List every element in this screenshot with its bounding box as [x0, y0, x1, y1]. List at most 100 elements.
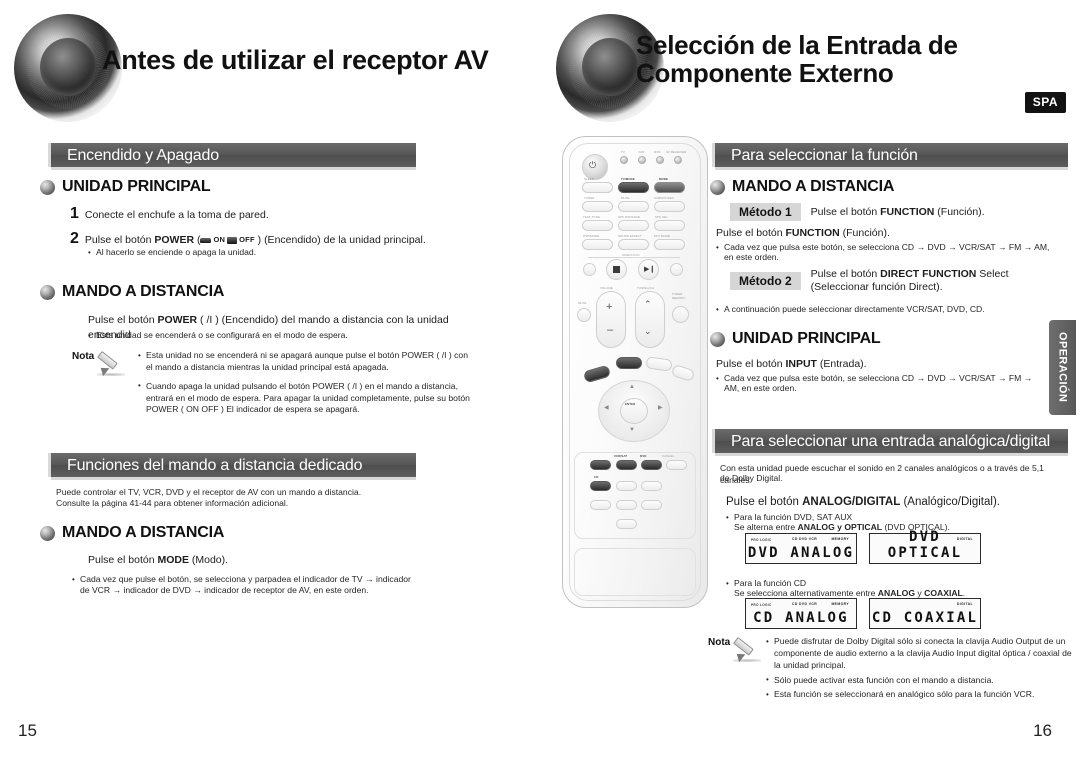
bullet-ball-icon	[40, 179, 55, 195]
keypad-9[interactable]	[641, 500, 662, 510]
keypad-1[interactable]	[590, 460, 611, 470]
button-next-track[interactable]	[670, 263, 683, 276]
led-avreceiver-indicator	[674, 156, 682, 164]
step-2-text-d: ) (Encendido) de la unidad principal.	[254, 234, 426, 246]
section-title-bar-analog-digital: Para seleccionar una entrada analógica/d…	[712, 429, 1068, 456]
button-spk-sel[interactable]	[654, 220, 685, 231]
button-tuner-memory[interactable]	[672, 306, 689, 323]
right-page-title: Selección de la Entrada de Componente Ex…	[636, 30, 958, 88]
input-note-line-2: AM, en este orden.	[724, 383, 797, 393]
step-2-text-a: Pulse el botón	[84, 234, 155, 246]
label-vcr-sat: VCR/SAT	[614, 454, 628, 458]
button-subwoofer[interactable]	[654, 201, 685, 212]
keypad-8[interactable]	[616, 500, 637, 510]
nota-label: Nota	[72, 351, 95, 362]
button-tv-mode[interactable]	[618, 182, 649, 193]
power-switch-glyph-icon: ON OFF	[200, 234, 255, 246]
button-tuner[interactable]	[582, 201, 613, 212]
tuning-down-icon: ⌄	[644, 326, 652, 336]
keypad-4-cd[interactable]	[590, 481, 611, 491]
lcd-main-text: CD ANALOG	[753, 610, 849, 626]
stop-icon	[613, 266, 620, 273]
right-page-title-line-1: Selección de la Entrada de	[636, 30, 958, 60]
metodo-1-text-a: Pulse el botón	[810, 205, 881, 218]
metodo-2-row: Método 2 Pulse el botón DIRECT FUNCTION …	[730, 268, 1009, 294]
lcd-micro-right: DIGITAL	[956, 602, 973, 606]
right-page-title-line-2: Componente Externo	[636, 57, 894, 88]
button-test-tone[interactable]	[582, 220, 613, 231]
remote-control-illustration: ⏻ TV VCR DVD AV RECEIVER SLEEP TV/MODE M…	[562, 136, 708, 608]
keypad-cancel[interactable]	[666, 460, 687, 470]
metodo-2-line-2: (Seleccionar función Direct).	[810, 281, 943, 294]
heading-mando-a-distancia-1: MANDO A DISTANCIA	[40, 283, 224, 301]
left-page: Antes de utilizar el receptor AV Encendi…	[0, 0, 540, 763]
section-title-bar-power: Encendido y Apagado	[48, 143, 416, 170]
button-mode[interactable]	[654, 182, 685, 193]
dpad-left-icon: ◀	[604, 405, 609, 411]
bullet-ball-icon	[710, 331, 725, 347]
bullet-ball-icon	[40, 284, 55, 300]
volume-rocker[interactable]	[596, 291, 626, 348]
analog-digital-press-line: Pulse el botón ANALOG/DIGITAL (Analógico…	[726, 494, 1000, 510]
dpad-right-icon: ▶	[658, 405, 663, 411]
label-led-tv: TV	[621, 150, 625, 154]
section-title-bar-dedicated-remote: Funciones del mando a distancia dedicado	[48, 453, 416, 480]
metodo-1-repeat: Pulse el botón FUNCTION (Función).	[716, 226, 890, 241]
button-dsp-mode[interactable]	[582, 239, 613, 250]
button-sleep[interactable]	[582, 182, 613, 193]
label-ppv-mode: PPV MODE	[654, 234, 671, 238]
keypad-6[interactable]	[641, 481, 662, 491]
button-sound-effect[interactable]	[618, 239, 649, 250]
cd-note-coaxial: COAXIAL	[924, 588, 963, 598]
keypad-7[interactable]	[590, 500, 611, 510]
switch-off-label: OFF	[239, 234, 255, 244]
button-ppv-mode[interactable]	[654, 239, 685, 250]
heading-unidad-principal-label: UNIDAD PRINCIPAL	[62, 178, 211, 195]
remote-bottom-section	[574, 548, 696, 596]
lcd-display-dvd-analog: PRO LOGIC CD DVD VCR MEMORY DVD ANALOG	[745, 533, 857, 564]
keypad-2-vcr-sat[interactable]	[616, 460, 637, 470]
button-direct-function[interactable]	[616, 357, 642, 369]
button-mute[interactable]	[618, 201, 649, 212]
side-tab-operacion: OPERACIÓN	[1049, 320, 1076, 415]
label-tuning-ch: TUNING/CH	[637, 286, 654, 290]
metodo-2-tag: Método 2	[730, 272, 801, 291]
analog-digital-word: ANALOG/DIGITAL	[802, 496, 901, 508]
section-title-bar-select-function: Para seleccionar la función	[712, 143, 1068, 170]
label-mute-2: MUTE	[578, 301, 587, 305]
metodo-1-note-line-2: en este orden.	[724, 252, 779, 262]
lcd-main-text: DVD ANALOG	[747, 545, 855, 561]
keypad-5[interactable]	[616, 481, 637, 491]
keypad-3-dvd[interactable]	[641, 460, 662, 470]
led-dvd-indicator	[656, 156, 664, 164]
button-prev-track[interactable]	[583, 263, 596, 276]
metodo-1-text-c: (Función).	[934, 205, 985, 218]
heading-unidad-principal-2: UNIDAD PRINCIPAL	[710, 330, 881, 348]
cd-note-line-2-e: .	[962, 588, 966, 598]
heading-mando-a-distancia-3: MANDO A DISTANCIA	[710, 178, 894, 196]
switch-on-label: ON	[213, 234, 226, 244]
keypad-0[interactable]	[616, 519, 637, 529]
cd-note-line-2-c: y	[915, 588, 925, 598]
left-page-title: Antes de utilizar el receptor AV	[102, 45, 489, 75]
heading-mando-a-distancia-2: MANDO A DISTANCIA	[40, 524, 224, 542]
button-mute-2[interactable]	[577, 308, 591, 322]
led-vcr-indicator	[638, 156, 646, 164]
mode-word: MODE	[157, 554, 189, 566]
step-1-text: Conecte el enchufe a la toma de pared.	[84, 209, 269, 221]
tuning-up-icon: ⌃	[644, 299, 652, 309]
step-1: 1 Conecte el enchufe a la toma de pared.	[70, 205, 450, 223]
dpad-up-icon: ▲	[629, 384, 635, 390]
heading-mando-a-distancia-3-label: MANDO A DISTANCIA	[732, 178, 895, 195]
input-line-a: Pulse el botón	[716, 358, 786, 370]
label-sound-effect: SOUND EFFECT	[618, 234, 642, 238]
side-tab-label: OPERACIÓN	[1056, 332, 1069, 403]
input-word: INPUT	[785, 358, 817, 370]
nota-item: Sólo puede activar esta función con el m…	[766, 674, 1078, 687]
nota-item: Puede disfrutar de Dolby Digital sólo si…	[766, 636, 1078, 672]
label-cd-key: CD	[594, 475, 599, 479]
step-2-number: 2	[70, 230, 79, 247]
right-chapter-heading: Selección de la Entrada de Componente Ex…	[540, 0, 1080, 122]
button-spk-distance[interactable]	[618, 220, 649, 231]
lcd-micro-right: MEMORY	[831, 537, 849, 541]
